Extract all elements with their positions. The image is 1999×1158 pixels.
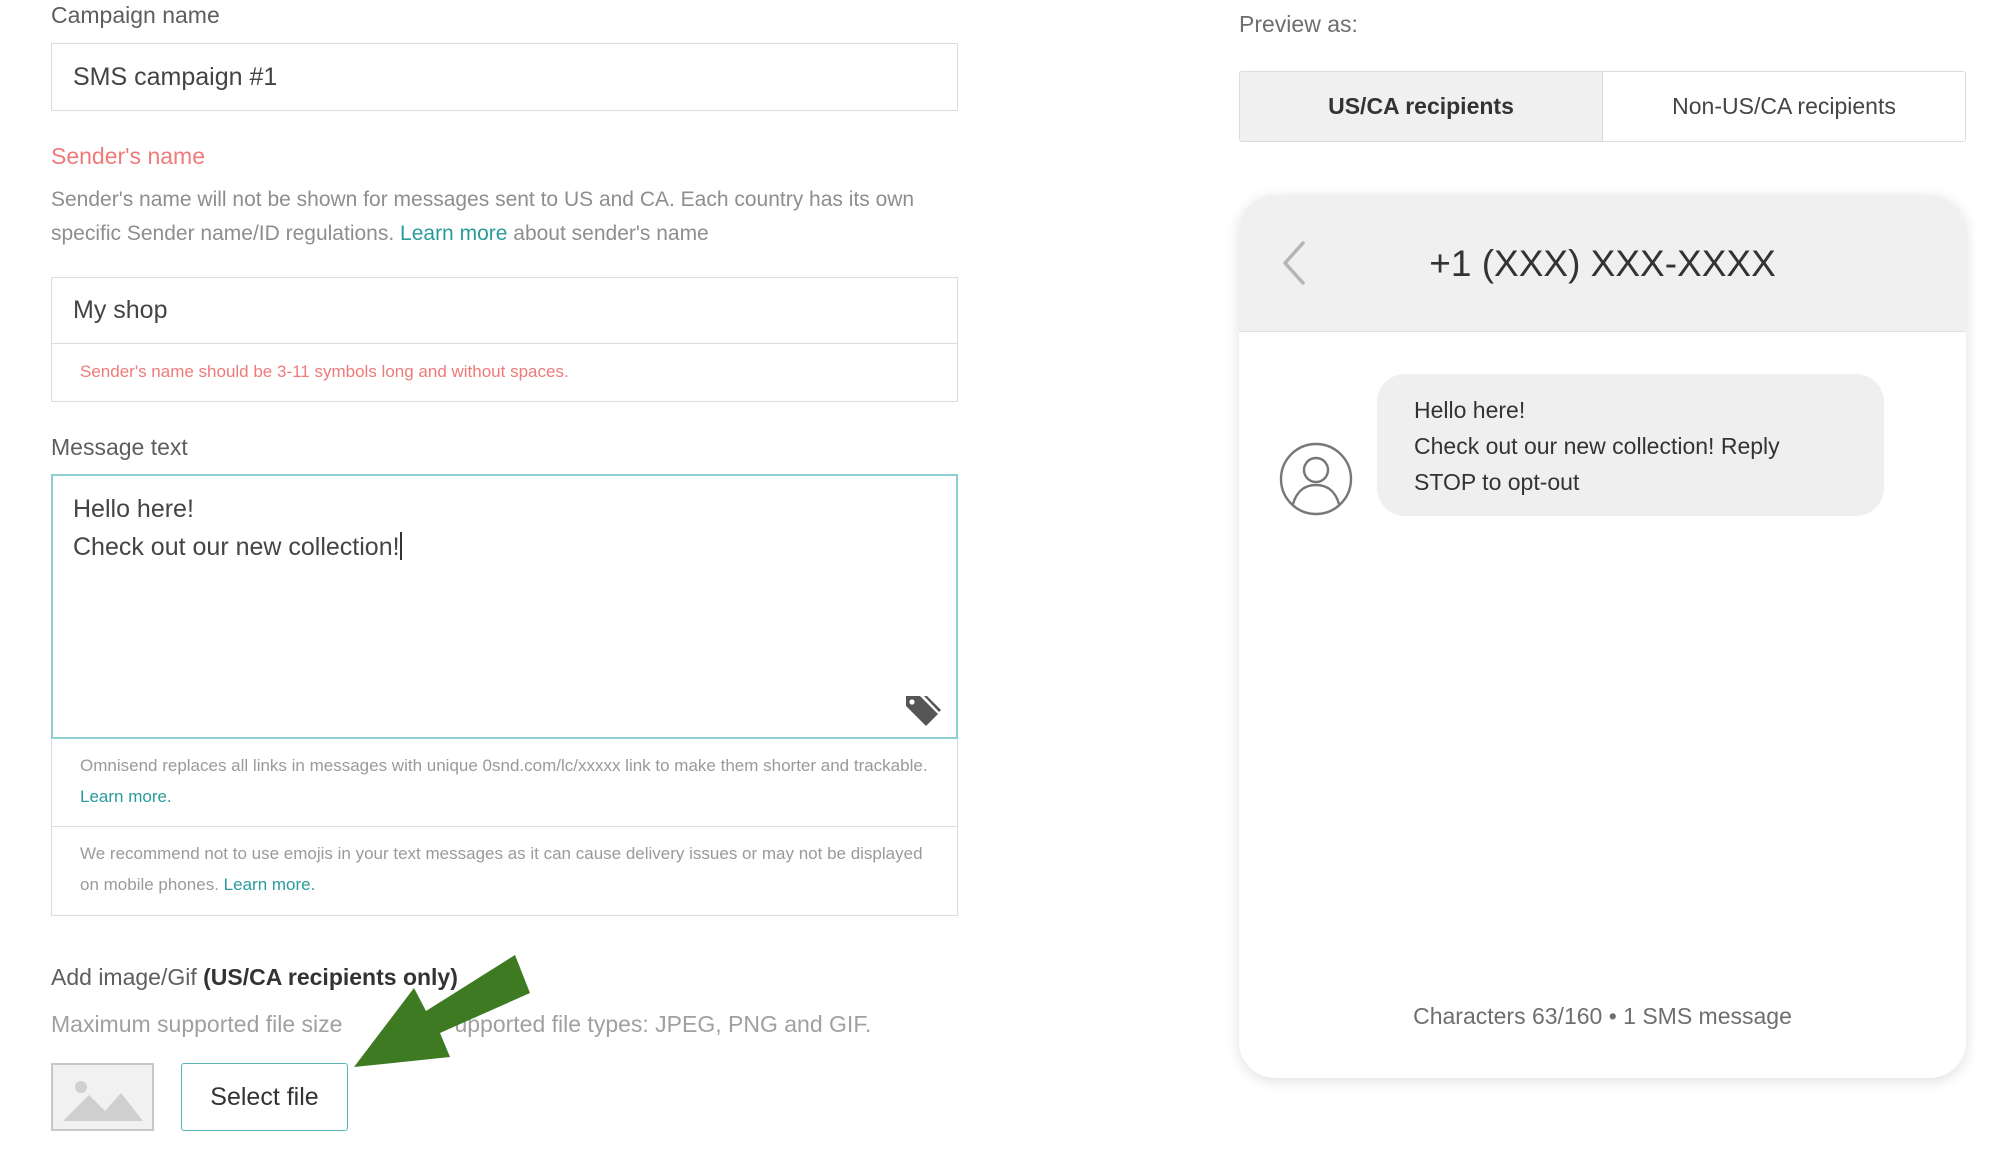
- tags-icon[interactable]: [902, 693, 942, 729]
- phone-number: +1 (XXX) XXX-XXXX: [1429, 242, 1776, 284]
- sender-name-help-text-end: about sender's name: [513, 222, 709, 245]
- emoji-learn-more-link[interactable]: Learn more.: [224, 875, 316, 894]
- bubble-line-2: Check out our new collection! Reply: [1414, 433, 1780, 459]
- add-image-help-start: Maximum supported file size: [51, 1011, 343, 1037]
- sms-campaign-form: Campaign name SMS campaign #1 Sender's n…: [0, 0, 1000, 1158]
- links-note: Omnisend replaces all links in messages …: [51, 739, 958, 827]
- sender-name-label: Sender's name: [51, 143, 205, 169]
- links-note-text: Omnisend replaces all links in messages …: [80, 756, 928, 775]
- add-image-label-text: Add image/Gif: [51, 964, 197, 990]
- bubble-line-1: Hello here!: [1414, 397, 1526, 423]
- sender-name-help: Sender's name will not be shown for mess…: [51, 183, 951, 251]
- campaign-name-input[interactable]: SMS campaign #1: [51, 43, 958, 111]
- message-line-2: Check out our new collection!: [73, 533, 400, 561]
- sender-name-learn-more-link[interactable]: Learn more: [400, 222, 507, 245]
- green-arrow-annotation: [354, 955, 530, 1067]
- text-caret: [399, 532, 402, 560]
- preview-tabs: US/CA recipients Non-US/CA recipients: [1239, 71, 1966, 142]
- message-textarea[interactable]: Hello here! Check out our new collection…: [51, 474, 958, 739]
- avatar-icon: [1279, 442, 1353, 516]
- emoji-note-text: We recommend not to use emojis in your t…: [80, 844, 923, 894]
- image-icon: [63, 1081, 143, 1121]
- tab-non-us-ca-recipients[interactable]: Non-US/CA recipients: [1603, 72, 1965, 141]
- sender-name-input[interactable]: My shop: [51, 277, 958, 344]
- bubble-line-3: STOP to opt-out: [1414, 469, 1580, 495]
- tab-us-ca-recipients[interactable]: US/CA recipients: [1240, 72, 1603, 141]
- message-bubble: Hello here! Check out our new collection…: [1377, 374, 1884, 516]
- sender-name-value: My shop: [73, 296, 168, 324]
- select-file-button[interactable]: Select file: [181, 1063, 348, 1131]
- image-placeholder: [51, 1063, 154, 1131]
- phone-preview: +1 (XXX) XXX-XXXX Hello here! Check out …: [1239, 195, 1966, 1078]
- message-line-1: Hello here!: [73, 495, 194, 523]
- sender-name-error: Sender's name should be 3-11 symbols lon…: [51, 343, 958, 402]
- preview-as-label: Preview as:: [1239, 11, 1358, 37]
- campaign-name-value: SMS campaign #1: [73, 62, 278, 91]
- emoji-note: We recommend not to use emojis in your t…: [51, 827, 958, 916]
- links-learn-more-link[interactable]: Learn more.: [80, 787, 172, 806]
- campaign-name-label: Campaign name: [51, 2, 220, 28]
- character-count: Characters 63/160 • 1 SMS message: [1413, 1003, 1792, 1029]
- message-text-label: Message text: [51, 434, 188, 460]
